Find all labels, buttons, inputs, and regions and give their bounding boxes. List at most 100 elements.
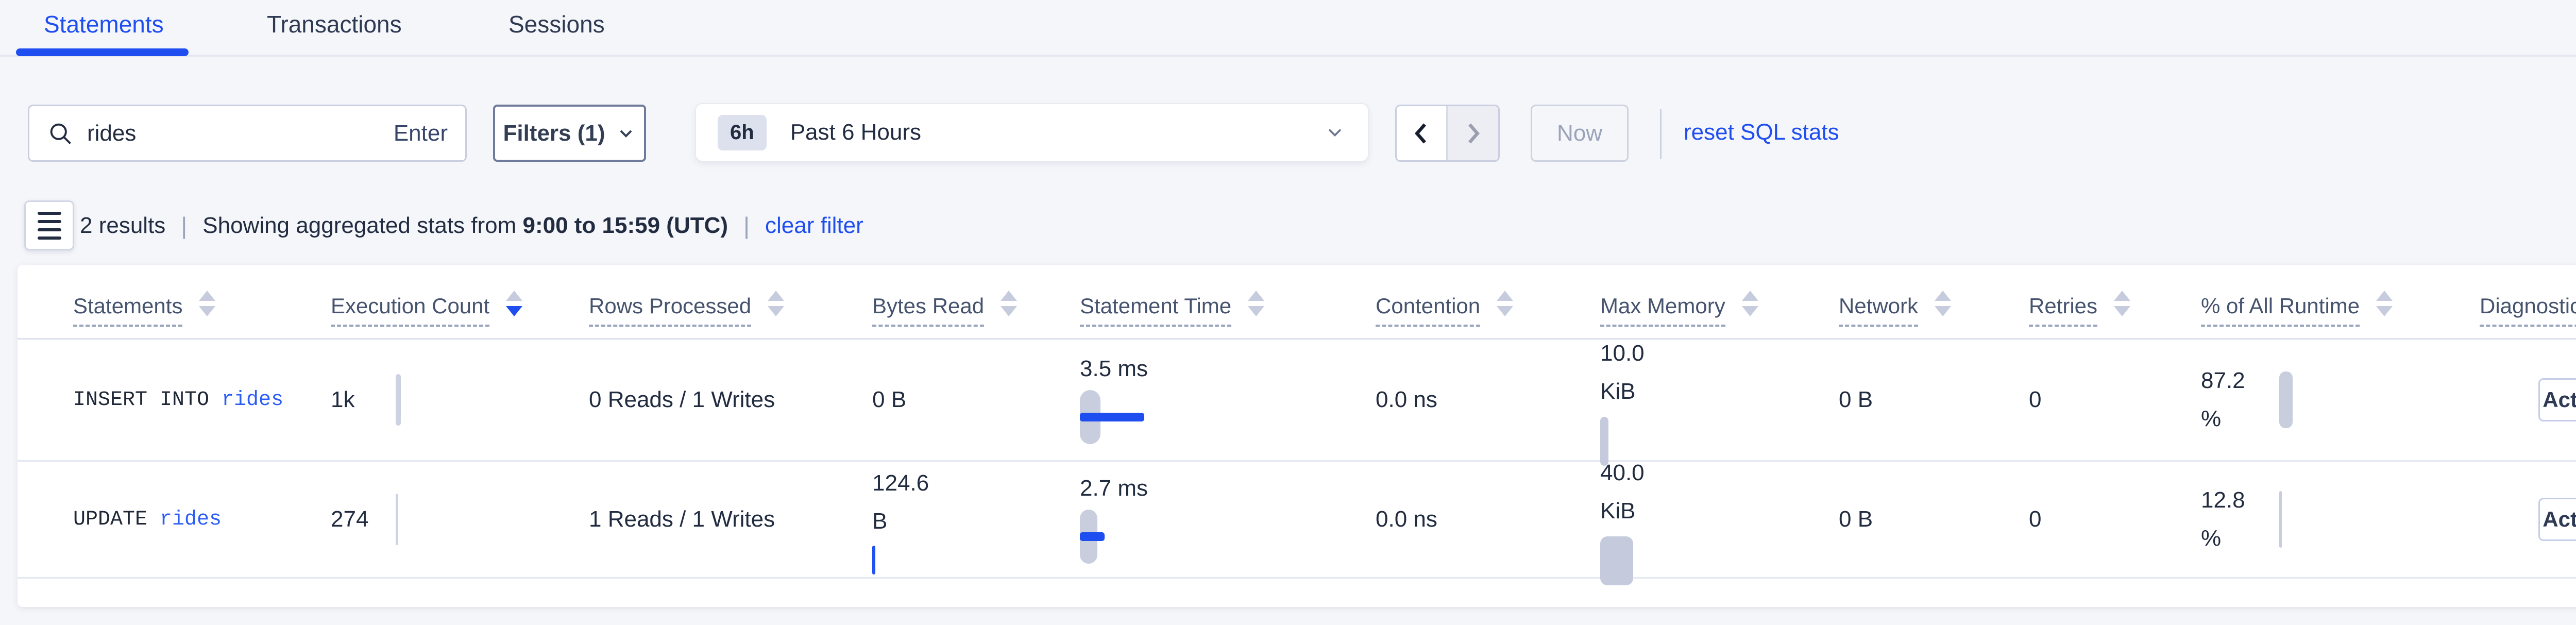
- clear-filter-link[interactable]: clear filter: [765, 213, 863, 239]
- column-header-label: % of All Runtime: [2201, 294, 2360, 327]
- statement-time-value: 2.7 ms: [1080, 476, 1148, 501]
- sort-icons[interactable]: [1248, 291, 1264, 316]
- execution-count-bar: [396, 494, 398, 545]
- runtime-pct-cell: 12.8 %: [2201, 462, 2282, 577]
- statement-time-cell: 3.5 ms: [1080, 340, 1204, 460]
- tab-sessions[interactable]: Sessions: [509, 10, 605, 38]
- rows-processed-cell: 1 Reads / 1 Writes: [589, 462, 775, 577]
- retries-cell: 0: [2029, 340, 2041, 460]
- sql-activity-page: Statements Transactions Sessions rides E…: [0, 0, 2576, 625]
- statements-table: Statements Execution Count Rows Processe…: [18, 265, 2576, 607]
- results-count: 2 results: [80, 213, 165, 239]
- tab-statements[interactable]: Statements: [44, 10, 164, 38]
- max-memory-cell: 40.0 KiB: [1600, 462, 1672, 577]
- sort-icons[interactable]: [1742, 291, 1758, 316]
- runtime-pct-bar: [2279, 491, 2282, 548]
- rows-processed-value: 1 Reads / 1 Writes: [589, 506, 775, 532]
- column-header-label: Contention: [1376, 294, 1480, 327]
- column-header-max-memory[interactable]: Max Memory: [1600, 291, 1758, 327]
- column-header-statement-time[interactable]: Statement Time: [1080, 291, 1264, 327]
- column-header-label: Bytes Read: [872, 294, 984, 327]
- now-button[interactable]: Now: [1531, 105, 1629, 162]
- column-header-rows-processed[interactable]: Rows Processed: [589, 291, 784, 327]
- table-row: UPDATErides 274 1 Reads / 1 Writes 124.6…: [18, 462, 2576, 579]
- sort-icons[interactable]: [1497, 291, 1513, 316]
- sort-icons[interactable]: [1001, 291, 1017, 316]
- rows-processed-cell: 0 Reads / 1 Writes: [589, 340, 775, 460]
- sort-icons[interactable]: [199, 291, 215, 316]
- statement-sql-keyword: UPDATE: [73, 508, 147, 531]
- divider: |: [181, 212, 187, 240]
- retries-value: 0: [2029, 506, 2041, 532]
- network-value: 0 B: [1839, 387, 1873, 413]
- statement-time-cell: 2.7 ms: [1080, 462, 1204, 577]
- column-header-execution-count[interactable]: Execution Count: [331, 291, 522, 327]
- mean-bar: [1080, 532, 1105, 541]
- column-header-label: Statements: [73, 294, 182, 327]
- activate-diagnostics-button[interactable]: Activate: [2538, 498, 2576, 541]
- bytes-read-value: 124.6 B: [872, 464, 950, 540]
- reset-sql-stats-link[interactable]: reset SQL stats: [1684, 120, 1839, 145]
- network-cell: 0 B: [1839, 462, 1873, 577]
- column-header-retries[interactable]: Retries: [2029, 291, 2130, 327]
- list-icon: [38, 212, 61, 240]
- statement-time-bar: [1080, 390, 1204, 444]
- sort-icons[interactable]: [1935, 291, 1951, 316]
- column-selector-button[interactable]: [24, 200, 74, 250]
- previous-interval-button[interactable]: [1397, 106, 1448, 160]
- aggregation-window: 9:00 to 15:59 (UTC): [523, 213, 728, 238]
- column-header-contention[interactable]: Contention: [1376, 291, 1513, 327]
- time-range-label: Past 6 Hours: [790, 120, 1324, 145]
- column-header-label: Statement Time: [1080, 294, 1231, 327]
- runtime-pct-bar: [2279, 371, 2293, 428]
- statement-link[interactable]: UPDATErides: [73, 462, 222, 577]
- time-range-badge: 6h: [718, 115, 767, 150]
- bytes-read-bar: [872, 546, 875, 575]
- contention-value: 0.0 ns: [1376, 506, 1437, 532]
- diagnostics-cell: Activate: [2480, 340, 2576, 460]
- tab-bar: Statements Transactions Sessions: [0, 0, 2576, 57]
- column-header-runtime-pct[interactable]: % of All Runtime: [2201, 291, 2393, 327]
- sort-icons[interactable]: [2114, 291, 2130, 316]
- table-header-row: Statements Execution Count Rows Processe…: [18, 265, 2576, 340]
- search-icon: [47, 120, 74, 147]
- column-header-statements[interactable]: Statements: [73, 291, 215, 327]
- activate-diagnostics-button[interactable]: Activate: [2538, 378, 2576, 421]
- tab-transactions[interactable]: Transactions: [267, 10, 402, 38]
- aggregation-summary: Showing aggregated stats from 9:00 to 15…: [202, 213, 728, 239]
- time-range-select[interactable]: 6h Past 6 Hours: [695, 103, 1369, 162]
- search-value[interactable]: rides: [87, 121, 394, 146]
- column-header-network[interactable]: Network: [1839, 291, 1951, 327]
- max-memory-value: 10.0 KiB: [1600, 334, 1672, 411]
- network-value: 0 B: [1839, 506, 1873, 532]
- table-row: INSERT INTOrides 1k 0 Reads / 1 Writes 0…: [18, 340, 2576, 462]
- active-tab-underline: [16, 48, 189, 56]
- next-interval-button[interactable]: [1448, 106, 1499, 160]
- column-header-bytes-read[interactable]: Bytes Read: [872, 291, 1017, 327]
- chevron-down-icon: [1324, 121, 1346, 144]
- network-cell: 0 B: [1839, 340, 1873, 460]
- bytes-read-value: 0 B: [872, 381, 950, 419]
- execution-count-cell: 274: [331, 462, 398, 577]
- statement-link[interactable]: INSERT INTOrides: [73, 340, 283, 460]
- results-line: 2 results | Showing aggregated stats fro…: [80, 200, 863, 250]
- filters-button[interactable]: Filters (1): [493, 105, 646, 162]
- execution-count-value: 1k: [331, 387, 388, 413]
- search-enter-hint: Enter: [394, 121, 448, 146]
- statement-table-name: rides: [222, 388, 283, 412]
- column-header-diagnostics[interactable]: Diagnostics: [2480, 291, 2576, 327]
- contention-cell: 0.0 ns: [1376, 462, 1437, 577]
- contention-value: 0.0 ns: [1376, 387, 1437, 413]
- statement-time-value: 3.5 ms: [1080, 356, 1148, 382]
- diagnostics-cell: Activate: [2480, 462, 2576, 577]
- retries-value: 0: [2029, 387, 2041, 413]
- execution-count-value: 274: [331, 506, 388, 532]
- execution-count-bar: [396, 374, 401, 426]
- retries-cell: 0: [2029, 462, 2041, 577]
- runtime-pct-value: 87.2 %: [2201, 362, 2268, 438]
- sort-icons[interactable]: [506, 291, 522, 316]
- search-input[interactable]: rides Enter: [28, 105, 467, 162]
- sort-icons[interactable]: [768, 291, 784, 316]
- divider: |: [743, 212, 750, 240]
- sort-icons[interactable]: [2376, 291, 2393, 316]
